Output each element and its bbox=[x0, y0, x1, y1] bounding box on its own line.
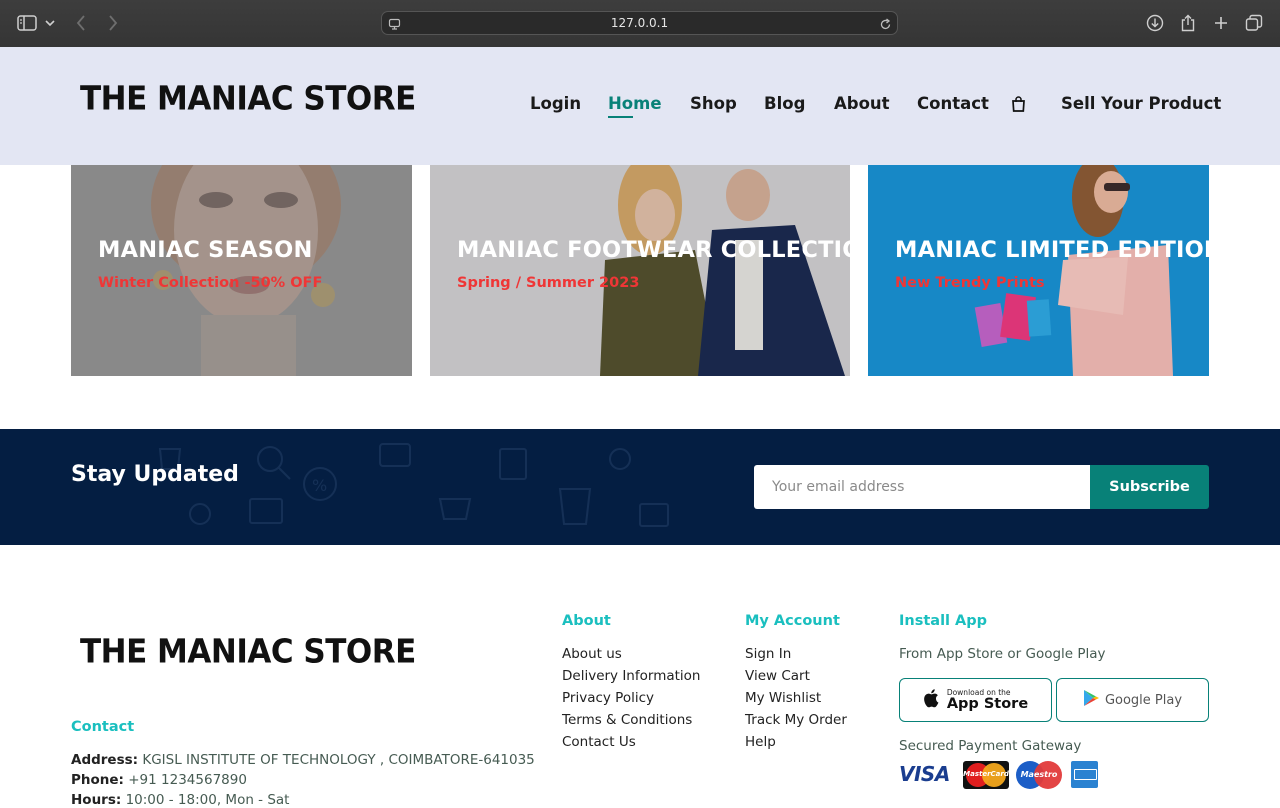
email-input[interactable] bbox=[754, 465, 1090, 509]
phone-value: +91 1234567890 bbox=[128, 772, 247, 788]
link-help[interactable]: Help bbox=[745, 734, 776, 750]
visa-card-icon: VISA bbox=[899, 761, 951, 787]
google-play-icon bbox=[1083, 689, 1100, 711]
link-delivery-information[interactable]: Delivery Information bbox=[562, 668, 700, 684]
account-title: My Account bbox=[745, 613, 840, 629]
link-contact-us[interactable]: Contact Us bbox=[562, 734, 636, 750]
mastercard-icon: MasterCard bbox=[963, 761, 1009, 789]
newsletter-section: % Stay Updated Subscribe bbox=[0, 429, 1280, 545]
link-my-wishlist[interactable]: My Wishlist bbox=[745, 690, 821, 706]
banner-subtitle: Spring / Summer 2023 bbox=[457, 275, 640, 291]
chevron-down-icon[interactable] bbox=[42, 12, 58, 34]
banner-season-image bbox=[71, 165, 412, 376]
nav-login[interactable]: Login bbox=[530, 94, 581, 113]
share-icon[interactable] bbox=[1177, 12, 1199, 34]
maestro-icon: Maestro bbox=[1016, 761, 1062, 789]
footer-logo[interactable]: THE MANIAC STORE bbox=[80, 633, 416, 671]
banner-limited-edition[interactable]: MANIAC LIMITED EDITION New Trendy Prints bbox=[868, 165, 1209, 376]
banner-footwear-collection[interactable]: MANIAC FOOTWEAR COLLECTION Spring / Summ… bbox=[430, 165, 850, 376]
banner-footwear-image bbox=[430, 165, 850, 376]
google-play-label: Google Play bbox=[1104, 692, 1183, 708]
mastercard-text: MasterCard bbox=[963, 770, 1009, 778]
install-app-title: Install App bbox=[899, 613, 988, 629]
banner-subtitle: Winter Collection -50% OFF bbox=[98, 275, 323, 291]
contact-phone: Phone: +91 1234567890 bbox=[71, 772, 247, 788]
nav-active-underline bbox=[608, 116, 633, 118]
link-track-order[interactable]: Track My Order bbox=[745, 712, 847, 728]
link-view-cart[interactable]: View Cart bbox=[745, 668, 810, 684]
svg-text:%: % bbox=[312, 476, 327, 495]
contact-address: Address: KGISL INSTITUTE OF TECHNOLOGY ,… bbox=[71, 752, 535, 768]
banner-subtitle: New Trendy Prints bbox=[895, 275, 1045, 291]
contact-hours: Hours: 10:00 - 18:00, Mon - Sat bbox=[71, 792, 289, 808]
phone-label: Phone: bbox=[71, 772, 124, 788]
newsletter-title: Stay Updated bbox=[71, 462, 239, 487]
hours-label: Hours: bbox=[71, 792, 122, 808]
link-sign-in[interactable]: Sign In bbox=[745, 646, 791, 662]
tab-overview-icon[interactable] bbox=[1243, 12, 1265, 34]
nav-contact[interactable]: Contact bbox=[917, 94, 989, 113]
nav-about[interactable]: About bbox=[834, 94, 890, 113]
store-logo[interactable]: THE MANIAC STORE bbox=[80, 80, 416, 118]
reload-icon[interactable] bbox=[879, 16, 892, 35]
app-store-small-text: Download on the bbox=[946, 687, 1011, 697]
newsletter-pattern: % bbox=[158, 443, 669, 527]
nav-sell-product[interactable]: Sell Your Product bbox=[1061, 94, 1221, 113]
subscribe-button[interactable]: Subscribe bbox=[1090, 465, 1209, 509]
amex-card-icon bbox=[1071, 761, 1098, 788]
browser-toolbar: 127.0.0.1 bbox=[0, 0, 1280, 48]
link-terms-conditions[interactable]: Terms & Conditions bbox=[562, 712, 692, 728]
link-about-us[interactable]: About us bbox=[562, 646, 622, 662]
address-bar[interactable]: 127.0.0.1 bbox=[381, 11, 898, 35]
download-icon[interactable] bbox=[1144, 12, 1166, 34]
shopping-bag-icon[interactable] bbox=[1011, 96, 1026, 116]
google-play-button[interactable]: Google Play bbox=[1056, 678, 1209, 722]
app-store-label: App Store bbox=[946, 696, 1029, 712]
apple-icon bbox=[923, 687, 941, 713]
hours-value: 10:00 - 18:00, Mon - Sat bbox=[125, 792, 290, 808]
nav-home[interactable]: Home bbox=[608, 94, 662, 113]
banner-title: MANIAC FOOTWEAR COLLECTION bbox=[457, 237, 850, 263]
install-app-text: From App Store or Google Play bbox=[899, 646, 1106, 662]
banner-title: MANIAC LIMITED EDITION bbox=[895, 237, 1209, 263]
banner-maniac-season[interactable]: MANIAC SEASON Winter Collection -50% OFF bbox=[71, 165, 412, 376]
address-label: Address: bbox=[71, 752, 139, 768]
forward-icon[interactable] bbox=[102, 12, 124, 34]
nav-shop[interactable]: Shop bbox=[690, 94, 737, 113]
back-icon[interactable] bbox=[70, 12, 92, 34]
contact-title: Contact bbox=[71, 719, 135, 735]
app-store-button[interactable]: Download on the App Store bbox=[899, 678, 1052, 722]
link-privacy-policy[interactable]: Privacy Policy bbox=[562, 690, 654, 706]
payment-gateway-text: Secured Payment Gateway bbox=[899, 738, 1082, 754]
sidebar-toggle-icon[interactable] bbox=[16, 12, 38, 34]
url-text: 127.0.0.1 bbox=[610, 16, 669, 30]
site-header: THE MANIAC STORE Login Home Shop Blog Ab… bbox=[0, 47, 1280, 165]
address-value: KGISL INSTITUTE OF TECHNOLOGY , COIMBATO… bbox=[142, 752, 535, 768]
nav-blog[interactable]: Blog bbox=[764, 94, 805, 113]
new-tab-icon[interactable] bbox=[1210, 12, 1232, 34]
banner-title: MANIAC SEASON bbox=[98, 237, 313, 263]
banner-limited-image bbox=[868, 165, 1209, 376]
about-title: About bbox=[562, 613, 611, 629]
visa-text: VISA bbox=[899, 762, 950, 786]
maestro-text: Maestro bbox=[1020, 770, 1058, 779]
